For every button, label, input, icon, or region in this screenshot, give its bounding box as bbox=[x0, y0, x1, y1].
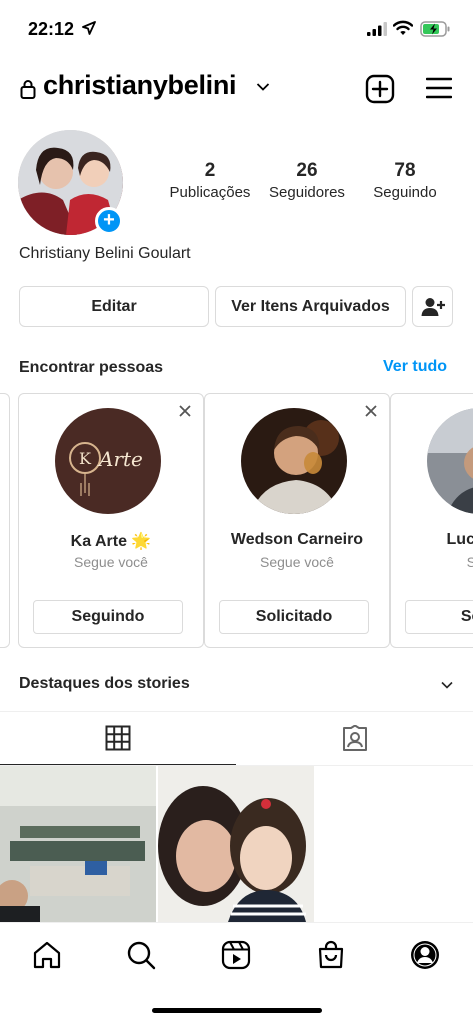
home-indicator[interactable] bbox=[152, 1008, 322, 1013]
card-avatar[interactable] bbox=[427, 408, 473, 514]
add-person-icon bbox=[421, 298, 445, 316]
followers-value: 26 bbox=[296, 160, 318, 181]
posts-value: 2 bbox=[204, 160, 216, 181]
grid-icon bbox=[105, 725, 131, 751]
see-all-link[interactable]: Ver tudo bbox=[383, 358, 447, 376]
post-image bbox=[0, 766, 156, 922]
account-switcher[interactable]: christianybelini bbox=[43, 70, 237, 101]
posts-count[interactable]: 2 Publicações bbox=[166, 160, 254, 201]
close-icon[interactable] bbox=[364, 404, 378, 418]
add-story-button[interactable]: + bbox=[95, 207, 123, 235]
suggestion-card[interactable]: Lucas Ma Segu Solic bbox=[390, 393, 473, 648]
card-subtitle: Segu bbox=[466, 554, 473, 570]
svg-text:K: K bbox=[79, 449, 92, 468]
home-icon[interactable] bbox=[32, 940, 62, 970]
location-arrow-icon bbox=[82, 21, 96, 35]
new-post-button[interactable] bbox=[365, 74, 395, 104]
card-name[interactable]: Ka Arte 🌟 bbox=[19, 531, 203, 551]
chevron-down-icon[interactable] bbox=[441, 681, 453, 689]
search-icon[interactable] bbox=[126, 940, 156, 970]
avatar-photo bbox=[427, 408, 473, 514]
close-icon[interactable] bbox=[178, 404, 192, 418]
edit-profile-button[interactable]: Editar bbox=[19, 286, 209, 327]
wifi-icon bbox=[393, 20, 413, 35]
status-time: 22:12 bbox=[28, 19, 75, 39]
tab-posts-grid[interactable] bbox=[0, 712, 236, 765]
signal-icon bbox=[367, 22, 387, 36]
profile-icon[interactable] bbox=[410, 940, 440, 970]
story-highlights-title[interactable]: Destaques dos stories bbox=[19, 675, 190, 693]
reels-icon[interactable] bbox=[221, 940, 251, 970]
card-avatar[interactable]: K Arte bbox=[55, 408, 161, 514]
following-count[interactable]: 78 Seguindo bbox=[364, 160, 446, 201]
requested-button[interactable]: Solicitado bbox=[219, 600, 369, 634]
full-name: Christiany Belini Goulart bbox=[19, 245, 191, 262]
following-button[interactable]: Seguindo bbox=[33, 600, 183, 634]
lock-icon bbox=[20, 80, 36, 99]
chevron-down-icon[interactable] bbox=[256, 82, 270, 92]
card-name[interactable]: Lucas Ma bbox=[391, 531, 473, 549]
following-label: Seguindo bbox=[373, 184, 437, 201]
requested-button[interactable]: Solic bbox=[405, 600, 473, 634]
tab-tagged[interactable] bbox=[237, 712, 473, 765]
card-name[interactable]: Wedson Carneiro bbox=[205, 531, 389, 549]
discover-people-button[interactable] bbox=[412, 286, 453, 327]
posts-label: Publicações bbox=[169, 184, 251, 201]
tagged-icon bbox=[343, 724, 367, 751]
post-image bbox=[158, 766, 314, 922]
menu-button[interactable] bbox=[426, 77, 452, 99]
card-subtitle: Segue você bbox=[260, 554, 334, 570]
status-bar: 22:12 bbox=[0, 0, 473, 60]
suggestions-title: Encontrar pessoas bbox=[19, 359, 164, 376]
archive-button[interactable]: Ver Itens Arquivados bbox=[215, 286, 406, 327]
post-thumbnail[interactable] bbox=[0, 766, 156, 922]
card-avatar[interactable] bbox=[241, 408, 347, 514]
followers-count[interactable]: 26 Seguidores bbox=[262, 160, 352, 201]
ka-arte-logo: K Arte bbox=[55, 408, 161, 514]
profile-header: christianybelini bbox=[0, 68, 473, 112]
followers-label: Seguidores bbox=[269, 184, 345, 201]
post-thumbnail[interactable] bbox=[158, 766, 314, 922]
avatar-wordmark: Arte bbox=[97, 447, 143, 471]
card-subtitle: Segue você bbox=[74, 554, 148, 570]
suggestion-card[interactable]: Wedson Carneiro Segue você Solicitado bbox=[204, 393, 390, 648]
avatar-photo bbox=[241, 408, 347, 514]
suggestions-carousel[interactable]: K Arte Ka Arte 🌟 Segue você Seguindo Wed… bbox=[0, 393, 473, 649]
following-value: 78 bbox=[394, 160, 416, 181]
suggestion-card[interactable] bbox=[0, 393, 10, 648]
battery-icon bbox=[420, 21, 450, 37]
shop-icon[interactable] bbox=[316, 940, 346, 970]
suggestion-card[interactable]: K Arte Ka Arte 🌟 Segue você Seguindo bbox=[18, 393, 204, 648]
